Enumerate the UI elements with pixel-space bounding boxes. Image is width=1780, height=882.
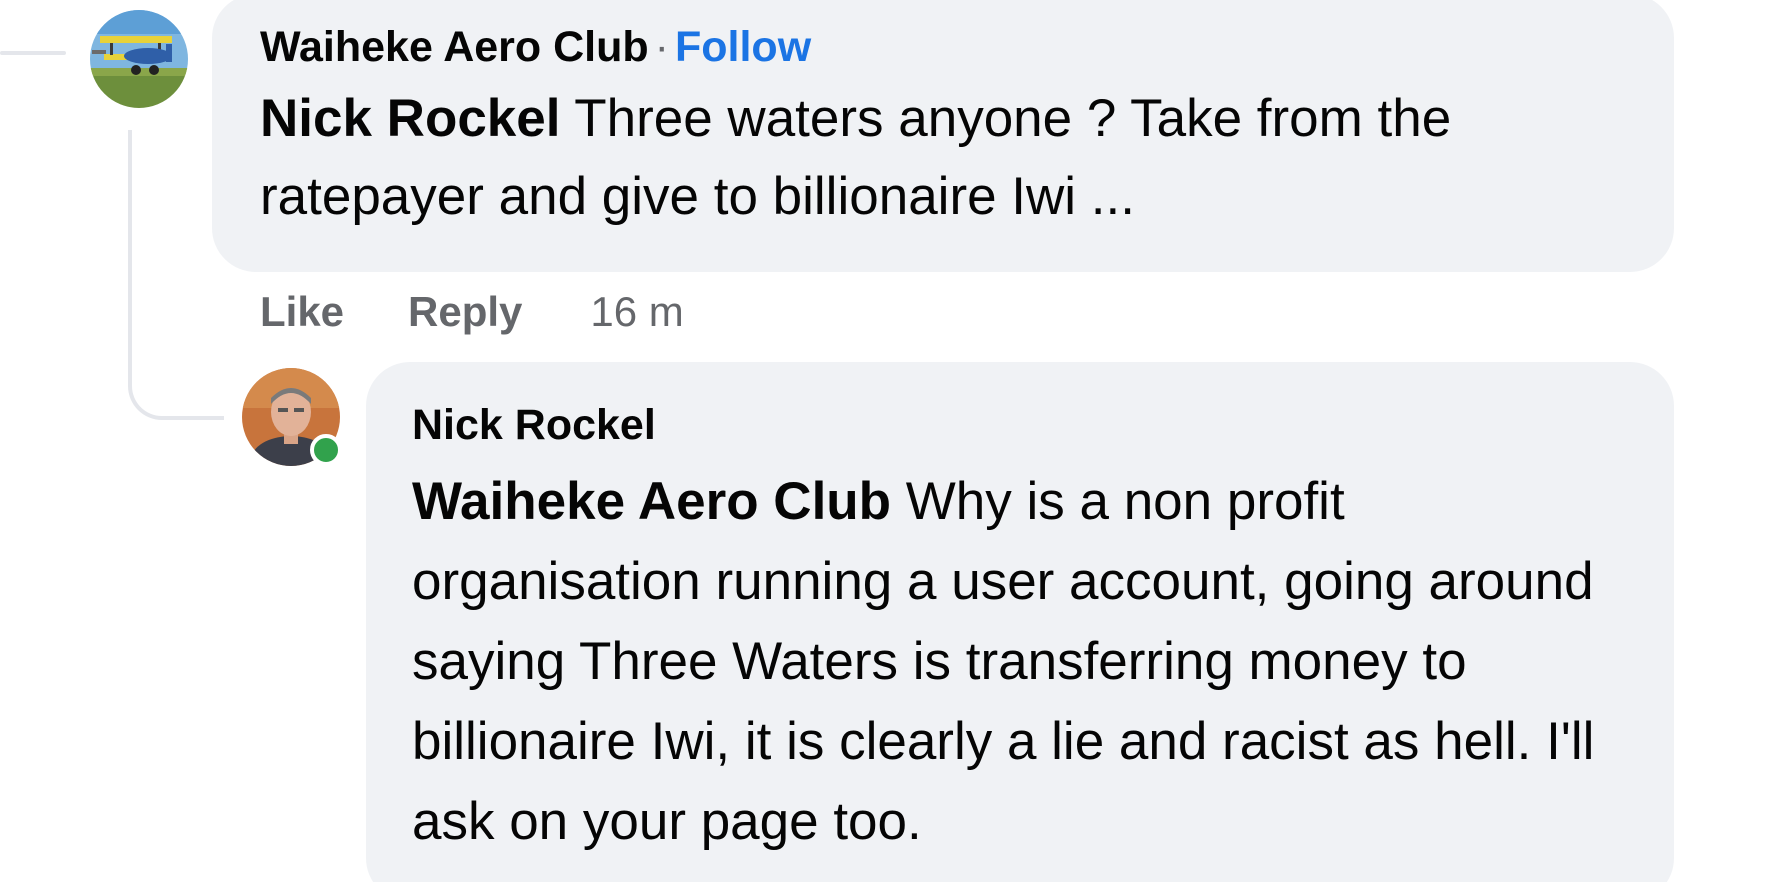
header-separator: · <box>654 23 669 71</box>
reply-bubble: Nick Rockel Waiheke Aero Club Why is a n… <box>366 362 1674 882</box>
comment-header: Waiheke Aero Club · Follow <box>260 20 1626 74</box>
comment-bubble: Waiheke Aero Club · Follow Nick Rockel Thr… <box>212 0 1674 272</box>
comment-body: Nick Rockel Three waters anyone ? Take f… <box>260 80 1626 236</box>
comment-timestamp[interactable]: 16 m <box>590 288 683 336</box>
biplane-photo-icon <box>90 10 188 108</box>
comment-mention-link[interactable]: Nick Rockel <box>260 89 560 148</box>
reply-mention-link[interactable]: Waiheke Aero Club <box>412 472 891 531</box>
reply-author-name[interactable]: Nick Rockel <box>412 401 656 449</box>
thread-connector-line <box>0 51 66 55</box>
online-status-indicator <box>310 434 342 466</box>
comment-thread: Waiheke Aero Club · Follow Nick Rockel Thr… <box>0 0 1780 882</box>
comment-actions: Like Reply 16 m <box>260 282 684 342</box>
reply-avatar-container[interactable] <box>242 368 342 466</box>
club-avatar[interactable] <box>90 10 188 108</box>
reply-connector-line <box>128 130 224 420</box>
reply-header: Nick Rockel <box>412 398 1626 452</box>
like-button[interactable]: Like <box>260 288 344 336</box>
reply-body: Waiheke Aero Club Why is a non profit or… <box>412 462 1626 862</box>
reply-button[interactable]: Reply <box>408 288 522 336</box>
follow-button[interactable]: Follow <box>675 23 811 71</box>
comment-author-name[interactable]: Waiheke Aero Club <box>260 23 649 71</box>
